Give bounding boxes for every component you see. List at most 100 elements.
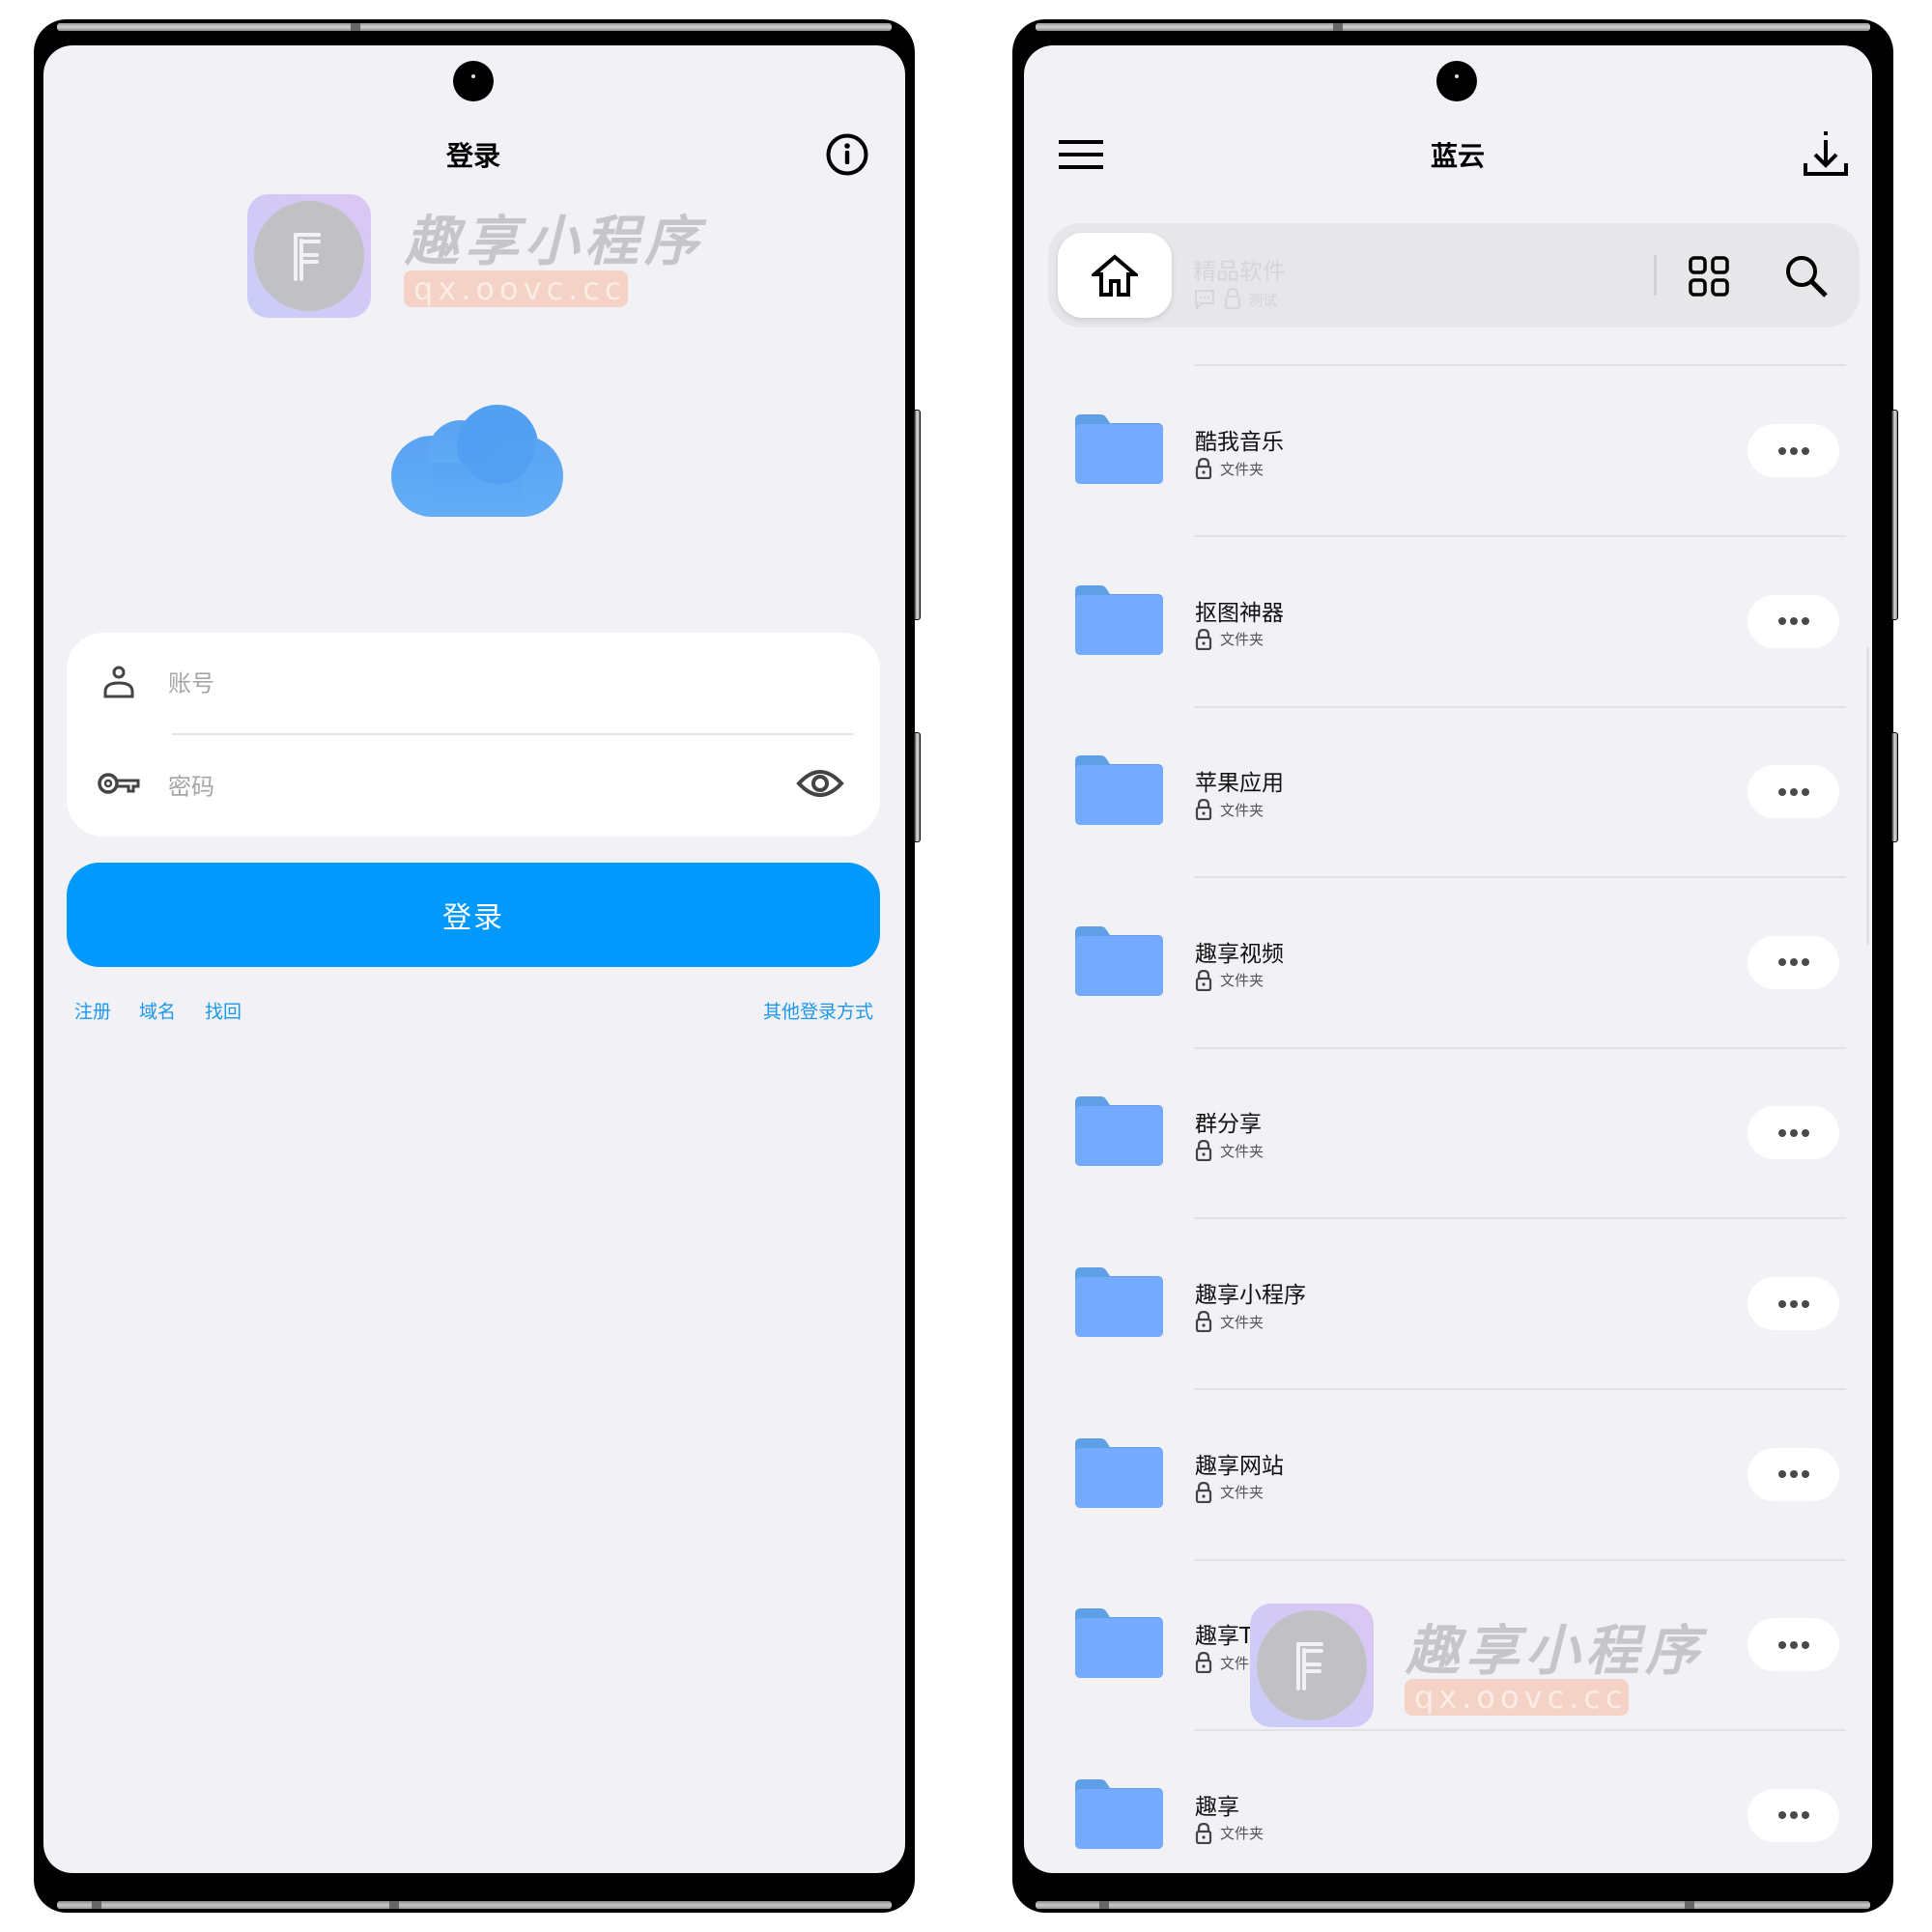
more-dot — [1777, 1128, 1786, 1137]
file-list-item[interactable]: 酷我音乐 文件夹 — [1026, 365, 1866, 535]
more-dot — [1777, 617, 1786, 626]
more-dot — [1777, 1640, 1786, 1649]
page-title: 登录 — [445, 140, 501, 172]
phone-antenna-line — [1099, 1901, 1109, 1909]
lock-icon — [1195, 799, 1212, 821]
lock-icon — [1195, 969, 1212, 991]
watermark-f-icon — [1296, 1642, 1323, 1690]
folder-icon — [1075, 1608, 1163, 1679]
file-name: 趣享视频 — [1195, 941, 1284, 967]
folder-icon — [1075, 925, 1163, 996]
login-button[interactable]: 登录 — [67, 863, 880, 967]
info-circle-icon — [826, 133, 868, 176]
file-meta: 文件夹 — [1195, 969, 1264, 991]
file-meta: 文件夹 — [1195, 628, 1264, 650]
home-button[interactable] — [1058, 233, 1172, 318]
more-options-button[interactable] — [1747, 935, 1839, 989]
watermark-logo — [1250, 1604, 1374, 1727]
more-dot — [1789, 446, 1798, 455]
front-camera — [1436, 61, 1477, 101]
file-meta: 文件夹 — [1195, 1311, 1264, 1332]
register-link[interactable]: 注册 — [74, 998, 111, 1024]
phone-antenna-line — [92, 1901, 101, 1909]
more-dot — [1789, 1470, 1798, 1479]
file-name: 趣享小程序 — [1195, 1283, 1306, 1308]
folder-icon — [1075, 584, 1163, 655]
search-button[interactable] — [1784, 254, 1829, 298]
download-button[interactable] — [1804, 131, 1848, 178]
breadcrumb-bar: 精品软件 测试 — [1048, 223, 1860, 327]
login-form-card: 账号 密码 — [67, 633, 880, 837]
menu-button[interactable] — [1059, 135, 1103, 174]
more-dot — [1801, 617, 1809, 626]
watermark-brand-text: 趣享小程序 — [405, 211, 704, 273]
more-options-button[interactable] — [1747, 765, 1839, 819]
lock-icon — [1225, 288, 1240, 309]
more-dot — [1777, 1470, 1786, 1479]
phone-top-edge — [57, 23, 892, 31]
more-options-button[interactable] — [1747, 1447, 1839, 1501]
more-dot — [1801, 1299, 1809, 1308]
domain-link[interactable]: 域名 — [139, 998, 176, 1024]
file-type: 文件夹 — [1220, 631, 1264, 649]
grid-view-icon — [1689, 256, 1729, 297]
file-list-item[interactable]: 趣享视频 文件夹 — [1026, 877, 1866, 1047]
download-icon — [1804, 131, 1848, 176]
folder-icon — [1075, 1778, 1163, 1849]
lock-icon — [1195, 628, 1212, 650]
info-button[interactable] — [826, 133, 868, 176]
lock-icon — [1195, 1481, 1212, 1503]
file-name: 群分享 — [1195, 1112, 1262, 1138]
file-list-item[interactable]: 抠图神器 文件夹 — [1026, 536, 1866, 706]
more-options-button[interactable] — [1747, 1618, 1839, 1672]
file-type: 文件夹 — [1220, 1484, 1264, 1502]
file-type: 文件夹 — [1220, 1825, 1264, 1843]
phone-bottom-edge — [57, 1901, 892, 1909]
file-name: 抠图神器 — [1195, 600, 1284, 626]
more-dot — [1789, 1640, 1798, 1649]
file-meta: 文件夹 — [1195, 1481, 1264, 1503]
password-input[interactable]: 密码 — [168, 768, 748, 802]
front-camera — [453, 61, 494, 101]
more-options-button[interactable] — [1747, 1277, 1839, 1330]
more-dot — [1801, 1128, 1809, 1137]
page-title: 蓝云 — [1430, 140, 1486, 172]
comment-icon — [1195, 290, 1214, 310]
file-name: 趣享网站 — [1195, 1453, 1284, 1479]
breadcrumb-folder-name[interactable]: 精品软件 — [1193, 252, 1286, 286]
hamburger-menu-icon — [1059, 140, 1103, 169]
more-options-button[interactable] — [1747, 424, 1839, 477]
lock-icon — [1195, 1652, 1212, 1674]
other-login-link[interactable]: 其他登录方式 — [763, 998, 873, 1024]
more-options-button[interactable] — [1747, 594, 1839, 648]
more-dot — [1789, 1128, 1798, 1137]
file-list-item[interactable]: 趣享小程序 文件夹 — [1026, 1218, 1866, 1388]
phone-side-button — [913, 410, 921, 620]
more-options-button[interactable] — [1747, 1106, 1839, 1160]
file-meta: 文件夹 — [1195, 799, 1264, 821]
recover-link[interactable]: 找回 — [205, 998, 242, 1024]
file-list-item[interactable]: 趣享网站 文件夹 — [1026, 1389, 1866, 1559]
file-list-item[interactable]: 群分享 文件夹 — [1026, 1047, 1866, 1217]
more-dot — [1801, 787, 1809, 796]
key-icon — [98, 773, 140, 794]
more-options-button[interactable] — [1747, 1788, 1839, 1842]
more-dot — [1777, 1811, 1786, 1820]
lock-icon — [1195, 1822, 1212, 1844]
more-dot — [1789, 617, 1798, 626]
more-dot — [1789, 958, 1798, 967]
account-input[interactable]: 账号 — [168, 665, 806, 698]
file-name: 趣享 — [1195, 1794, 1239, 1820]
file-name: 苹果应用 — [1195, 771, 1284, 797]
file-list-item[interactable]: 趣享 文件夹 — [1026, 1730, 1866, 1900]
grid-view-button[interactable] — [1689, 256, 1729, 297]
scrollbar[interactable] — [1866, 647, 1869, 945]
more-dot — [1789, 1811, 1798, 1820]
watermark-f-icon — [294, 233, 321, 281]
phone-antenna-line — [389, 1901, 399, 1909]
more-dot — [1777, 787, 1786, 796]
file-list-item[interactable]: 苹果应用 文件夹 — [1026, 706, 1866, 876]
more-dot — [1789, 787, 1798, 796]
toggle-password-visibility[interactable] — [796, 764, 844, 803]
phone-bottom-edge — [1036, 1901, 1870, 1909]
